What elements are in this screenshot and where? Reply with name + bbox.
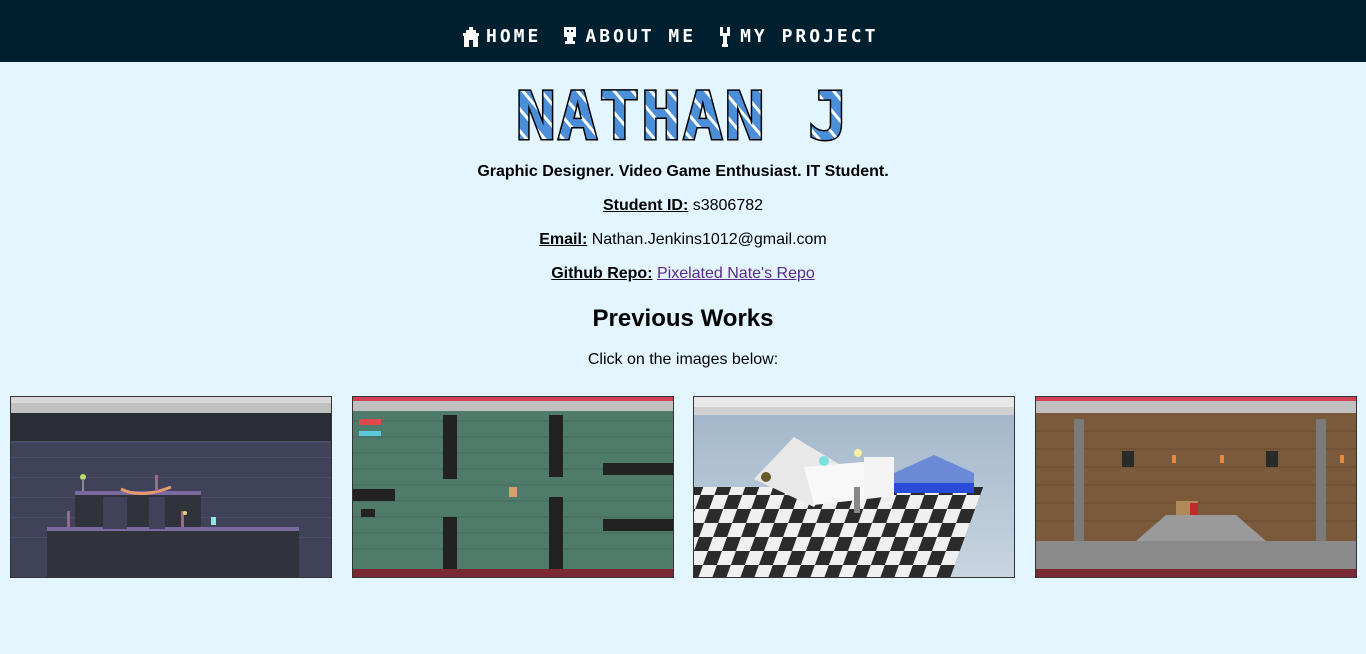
tagline: Graphic Designer. Video Game Enthusiast.… (477, 163, 889, 180)
site-logo: NATHAN J (515, 84, 851, 146)
student-id-value: s3806782 (692, 197, 764, 214)
nav-project-label: MY PROJECT (740, 26, 879, 47)
top-nav: HOME ABOUT ME MY PROJECT (0, 0, 1366, 62)
works-hint: Click on the images below: (587, 351, 779, 368)
work-image-2[interactable] (352, 396, 674, 578)
wrench-icon (716, 26, 734, 47)
nav-home-label: HOME (486, 26, 542, 47)
email-line: Email: Nathan.Jenkins1012@gmail.com (0, 231, 1366, 249)
student-id-line: Student ID: s3806782 (0, 197, 1366, 215)
work-image-1[interactable] (10, 396, 332, 578)
graveyard-platformer-screenshot (11, 397, 331, 577)
github-repo-link[interactable]: Pixelated Nate's Repo (657, 265, 815, 282)
nav-about-label: ABOUT ME (585, 26, 697, 47)
work-image-4[interactable] (1035, 396, 1357, 578)
nav-project-link[interactable]: MY PROJECT (716, 26, 878, 47)
logo-text: NATHAN J (516, 84, 850, 146)
work-image-3[interactable] (693, 396, 1015, 578)
email-label: Email: (539, 231, 588, 248)
person-icon (561, 26, 579, 47)
github-line: Github Repo: Pixelated Nate's Repo (0, 265, 1366, 283)
house-icon (462, 26, 480, 47)
previous-works-title: Previous Works (592, 305, 774, 332)
castle-platformer-screenshot (1036, 397, 1356, 577)
email-value: Nathan.Jenkins1012@gmail.com (591, 231, 827, 248)
nav-about-link[interactable]: ABOUT ME (561, 26, 696, 47)
student-id-label: Student ID: (602, 197, 689, 214)
nav-home-link[interactable]: HOME (462, 26, 541, 47)
dungeon-topdown-screenshot (353, 397, 673, 577)
github-label: Github Repo: (551, 265, 653, 282)
3d-scene-screenshot (694, 397, 1014, 577)
nav-menu: HOME ABOUT ME MY PROJECT (462, 26, 878, 47)
